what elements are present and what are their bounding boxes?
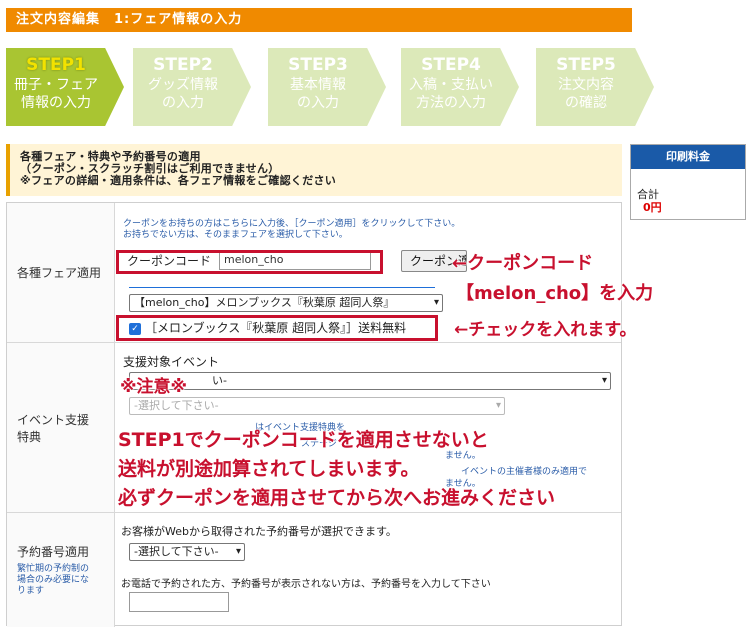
event-sub-select[interactable]: -選択して下さい- ▾ [129,397,505,415]
step-4: STEP4 入稿・支払い 方法の入力 [401,48,519,126]
step-2-line2: の入力 [162,95,204,111]
event-row-label: イベント支援 特典 [7,343,115,513]
reserve-number-input[interactable] [129,592,229,612]
price-panel-title: 印刷料金 [631,145,745,169]
reserve-help-2: お電話で予約された方、予約番号が表示されない方は、予約番号を入力して下さい [121,579,491,590]
step-3-number: STEP3 [288,55,348,75]
event-label-2: 特典 [17,429,42,444]
chevron-down-icon: ▾ [601,375,607,386]
coupon-help-1: クーポンをお持ちの方はこちらに入力後、［クーポン適用］をクリックして下さい。 [123,219,461,229]
reserve-note-2: 場合のみ必要にな [17,575,90,585]
step-5-line1: 注文内容 [558,77,614,93]
event-target-label: 支援対象イベント [123,355,220,369]
step-3-line2: の入力 [297,95,339,111]
step-4-line1: 入稿・支払い [409,77,493,93]
step-5: STEP5 注文内容 の確認 [536,48,654,126]
notice-line-3: ※フェアの詳細・適用条件は、各フェア情報をご確認ください [20,174,337,187]
reserve-note-3: ります [17,586,45,596]
event-sub-select-value: -選択して下さい- [134,399,219,412]
chevron-down-icon: ▾ [495,400,501,411]
step-2-line1: グッズ情報 [148,77,218,93]
fair-select-value: 【melon_cho】メロンブックス『秋葉原 超同人祭』 [134,296,395,309]
reserve-row-label: 予約番号適用 繁忙期の予約制の 場合のみ必要にな ります [7,513,115,627]
reserve-note-1: 繁忙期の予約制の [17,564,90,574]
step-4-line2: 方法の入力 [416,95,486,111]
step-4-number: STEP4 [421,55,481,75]
step-3: STEP3 基本情報 の入力 [268,48,386,126]
total-value: 0円 [643,201,662,214]
event-label-1: イベント支援 [17,412,90,427]
checkbox-highlight [116,315,438,341]
coupon-input-highlight [116,250,383,274]
coupon-help-2: お持ちでない方は、そのままフェアを選択して下さい。 [123,230,348,240]
fair-divider [129,287,435,288]
step-5-number: STEP5 [556,55,616,75]
chevron-down-icon: ▾ [433,297,439,308]
step-5-line2: の確認 [565,95,607,111]
step-2-number: STEP2 [153,55,213,75]
page-title: 注文内容編集 1:フェア情報の入力 [6,8,632,32]
step-1-line1: 冊子・フェア [14,77,98,93]
step-3-line1: 基本情報 [290,77,346,93]
chevron-down-icon: ▾ [235,546,241,557]
reserve-row-content: お客様がWebから取得された予約番号が選択できます。 -選択して下さい- ▾ お電… [115,513,621,627]
fair-row-label: 各種フェア適用 [7,203,115,343]
annotation-coupon-input: 【melon_cho】を入力 [456,283,654,304]
annotation-caution: ※注意※ [120,377,188,397]
event-help-3: ません。 [445,451,481,461]
fair-select[interactable]: 【melon_cho】メロンブックス『秋葉原 超同人祭』 ▾ [129,294,443,312]
step-progress: STEP1 冊子・フェア 情報の入力 STEP2 グッズ情報 の入力 STEP3… [6,48,666,126]
fair-label: 各種フェア適用 [17,266,102,280]
step-2: STEP2 グッズ情報 の入力 [133,48,251,126]
event-select[interactable]: い- ▾ [129,372,611,390]
step-1: STEP1 冊子・フェア 情報の入力 [6,48,124,126]
event-help-4: イベントの主催者様のみ適用で [461,467,588,477]
step-1-number: STEP1 [26,55,86,75]
annotation-coupon-code: ←クーポンコード [452,253,594,274]
annotation-warning-2: 送料が別途加算されてしまいます。 [118,458,420,480]
fair-notice: 各種フェア・特典や予約番号の適用 （クーポン・スクラッチ割引はご利用できません）… [6,144,622,196]
annotation-warning-1: STEP1でクーポンコードを適用させないと [118,429,489,451]
reserve-select[interactable]: -選択して下さい- ▾ [129,543,245,561]
reserve-label: 予約番号適用 [17,545,90,559]
reserve-select-value: -選択して下さい- [134,545,219,558]
step-1-line2: 情報の入力 [21,95,91,111]
annotation-check: ←チェックを入れます。 [454,320,637,340]
price-panel: 印刷料金 合計 0円 [630,144,746,220]
reserve-help-1: お客様がWebから取得された予約番号が選択できます。 [121,525,397,538]
annotation-warning-3: 必ずクーポンを適用させてから次へお進みください [118,487,556,509]
